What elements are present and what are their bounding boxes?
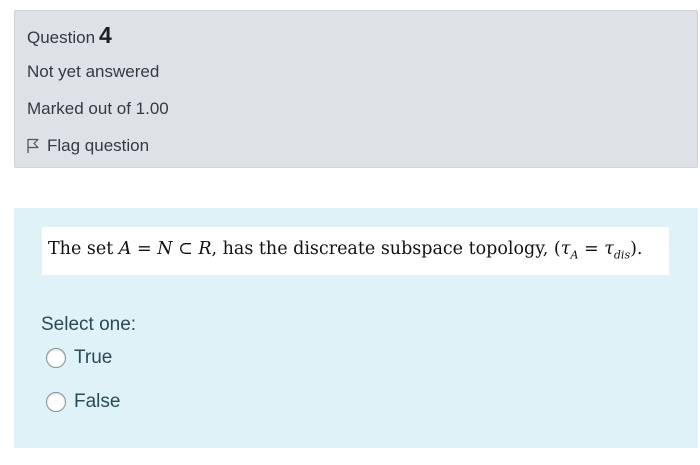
question-number: Question 4: [27, 22, 112, 49]
flag-question-label: Flag question: [47, 136, 150, 155]
answer-label-true: True: [74, 347, 113, 368]
select-one-prompt: Select one:: [41, 314, 137, 335]
question-number-value: 4: [99, 22, 112, 48]
question-label: Question: [27, 28, 96, 47]
question-text: The set A = N ⊂ R, has the discreate sub…: [42, 227, 669, 275]
flag-icon: [27, 138, 39, 153]
radio-button-true[interactable]: [46, 348, 66, 368]
question-grade: Marked out of 1.00: [27, 99, 169, 118]
radio-button-false[interactable]: [46, 392, 66, 412]
question-info-panel: Question 4 Not yet answered Marked out of…: [14, 10, 698, 168]
flag-question-link[interactable]: Flag question: [26, 136, 149, 156]
question-formulation: The set A = N ⊂ R, has the discreate sub…: [14, 208, 698, 448]
answer-label-false: False: [74, 391, 121, 412]
question-state: Not yet answered: [27, 62, 160, 81]
answer-option-false[interactable]: False: [46, 391, 120, 413]
answer-option-true[interactable]: True: [46, 347, 112, 369]
